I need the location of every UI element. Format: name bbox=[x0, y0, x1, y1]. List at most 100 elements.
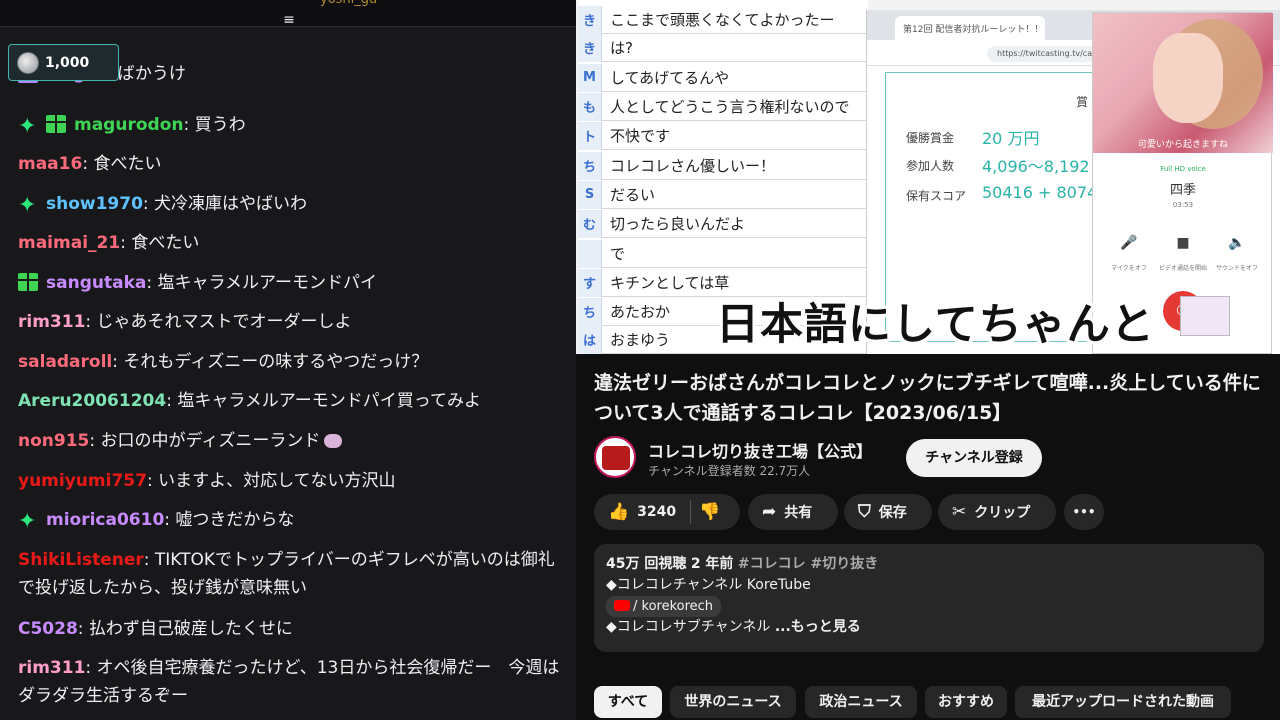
chat-username[interactable]: non915 bbox=[18, 431, 89, 451]
comment-text: は? bbox=[610, 39, 633, 57]
chat-username[interactable]: show1970 bbox=[46, 194, 143, 214]
comment-row: ちコレコレさん優しいー！ bbox=[578, 151, 868, 180]
call-quality: Full HD voice bbox=[1160, 165, 1206, 173]
share-button[interactable]: ➦ 共有 bbox=[748, 494, 838, 530]
comment-row: きは? bbox=[578, 33, 868, 62]
chat-message: ShikiListener: TIKTOKでトップライバーのギフレベが高いのは御… bbox=[18, 546, 566, 602]
chat-username[interactable]: saladaroll bbox=[18, 352, 112, 372]
chat-text: : 嘘つきだからな bbox=[164, 510, 295, 530]
speaker-icon[interactable]: 🔈 bbox=[1217, 235, 1257, 251]
comment-row: ト不快です bbox=[578, 121, 868, 150]
pinned-amount: 1,000 bbox=[45, 54, 90, 71]
chat-username[interactable]: miorica0610 bbox=[46, 510, 164, 530]
chat-username[interactable]: magurodon bbox=[74, 115, 183, 135]
comment-text: 人としてどうこう言う権利ないので bbox=[610, 98, 850, 116]
dislike-icon[interactable]: 👎 bbox=[699, 502, 720, 522]
more-icon: ••• bbox=[1072, 505, 1096, 519]
share-icon: ➦ bbox=[762, 502, 777, 522]
view-count: 45万 回視聴 bbox=[606, 556, 687, 572]
comment-text: ここまで頭悪くなくてよかったー bbox=[610, 11, 835, 29]
subscribe-button[interactable]: チャンネル登録 bbox=[906, 439, 1042, 477]
chat-message: ✦ miorica0610: 嘘つきだからな bbox=[18, 506, 566, 534]
chip-all[interactable]: すべて bbox=[594, 686, 662, 718]
scissors-icon: ✂ bbox=[952, 502, 967, 522]
prize-label: 優勝賞金 bbox=[906, 131, 955, 145]
commenter-icon: き bbox=[578, 33, 602, 62]
call-timer: 03:53 bbox=[1172, 201, 1194, 209]
desc-line: ◆コレコレチャンネル KoreTube bbox=[606, 577, 811, 593]
chat-username[interactable]: Areru20061204 bbox=[18, 391, 166, 411]
chat-message: rim311: じゃあそれマストでオーダーしよ bbox=[18, 308, 566, 336]
chat-topbar: yoshi_gu ≡ bbox=[0, 0, 576, 27]
channel-avatar[interactable] bbox=[594, 436, 636, 478]
video-title: 違法ゼリーおばさんがコレコレとノックにブチギレて喧嘩...炎上している件について… bbox=[594, 372, 1261, 424]
chat-username[interactable]: C5028 bbox=[18, 619, 78, 639]
chat-username[interactable]: rim311 bbox=[18, 312, 85, 332]
chat-username[interactable]: maimai_21 bbox=[18, 233, 120, 253]
sparkle-badge-icon: ✦ bbox=[18, 114, 37, 139]
like-count[interactable]: 3240 bbox=[637, 504, 676, 520]
youtube-pane: きここまで頭悪くなくてよかったー きは? M してあげてるんや も人としてどうこう… bbox=[576, 0, 1280, 720]
save-button[interactable]: ⛉ 保存 bbox=[844, 494, 932, 530]
chat-username[interactable]: maa16 bbox=[18, 154, 82, 174]
channel-name[interactable]: コレコレ切り抜き工場【公式】 bbox=[648, 438, 872, 462]
desc-line: ◆コレコレサブチャンネル bbox=[606, 619, 771, 635]
bookmark-icon: ⛉ bbox=[858, 502, 871, 522]
subscriber-count: チャンネル登録者数 22.7万人 bbox=[648, 464, 811, 478]
chat-message: maa16: 食べたい bbox=[18, 150, 566, 178]
chat-message: sangutaka: 塩キャラメルアーモンドパイ bbox=[18, 269, 566, 297]
channel-link[interactable]: / korekorech bbox=[606, 596, 722, 617]
channel-watermark bbox=[1180, 296, 1230, 336]
commenter-icon: ち bbox=[578, 297, 602, 326]
chat-message: maimai_21: 食べたい bbox=[18, 229, 566, 257]
video-icon[interactable]: ■ bbox=[1163, 235, 1203, 251]
youtube-logo-icon bbox=[614, 600, 630, 611]
like-dislike-group: 👍 3240 👎 bbox=[594, 494, 740, 530]
chip-world-news[interactable]: 世界のニュース bbox=[670, 686, 796, 718]
hashtags[interactable]: #コレコレ #切り抜き bbox=[738, 556, 878, 572]
chat-message: rim311: オペ後自宅療養だったけど、13日から社会復帰だー 今週はダラダラ… bbox=[18, 654, 566, 710]
chat-text: : 食べたい bbox=[120, 233, 200, 253]
chat-username[interactable]: ShikiListener bbox=[18, 550, 144, 570]
chat-username[interactable]: rim311 bbox=[18, 658, 85, 678]
chip-recent-uploads[interactable]: 最近アップロードされた動画 bbox=[1015, 686, 1231, 718]
commenter-icon: S bbox=[578, 180, 602, 209]
browser-tab[interactable]: 第12回 配信者対抗ルーレット！！ bbox=[895, 16, 1045, 40]
sparkle-badge-icon: ✦ bbox=[18, 193, 37, 218]
prize-value: 20 万円 bbox=[982, 129, 1040, 148]
mic-icon[interactable]: 🎤 bbox=[1109, 235, 1149, 251]
more-actions-button[interactable]: ••• bbox=[1064, 494, 1104, 530]
caller-caption: 可愛いから起きますね bbox=[1137, 140, 1228, 150]
upload-age: 2 年前 bbox=[690, 556, 734, 572]
chat-text: ばかうけ bbox=[117, 64, 186, 84]
comment-row: む切ったら良いんだよ bbox=[578, 209, 868, 238]
comment-text: 切ったら良いんだよ bbox=[610, 215, 746, 233]
chat-text: : お口の中がディズニーランド bbox=[89, 431, 321, 451]
chip-recommended[interactable]: おすすめ bbox=[925, 686, 1007, 718]
chat-text: : いますよ、対応してない方沢山 bbox=[146, 471, 396, 491]
comment-row: も人としてどうこう言う権利ないので bbox=[578, 92, 868, 121]
chat-message: saladaroll: それもディズニーの味するやつだっけ？ bbox=[18, 348, 566, 376]
comment-text: おまゆう bbox=[610, 331, 671, 349]
chat-username[interactable]: yumiyumi757 bbox=[18, 471, 147, 491]
like-icon[interactable]: 👍 bbox=[608, 502, 629, 522]
show-more-link[interactable]: ...もっと見る bbox=[775, 619, 861, 635]
pinned-cheer[interactable]: 1,000 bbox=[8, 44, 119, 81]
chat-message: non915: お口の中がディズニーランド bbox=[18, 427, 566, 455]
clip-button[interactable]: ✂ クリップ bbox=[938, 494, 1056, 530]
commenter-icon: ち bbox=[578, 151, 602, 180]
divider bbox=[690, 500, 692, 524]
commenter-icon: M bbox=[578, 63, 602, 92]
description-box[interactable]: 45万 回視聴 2 年前 #コレコレ #切り抜き ◆コレコレチャンネル Kore… bbox=[594, 544, 1264, 652]
comment-text: 不快です bbox=[610, 127, 671, 145]
video-player[interactable]: きここまで頭悪くなくてよかったー きは? M してあげてるんや も人としてどうこう… bbox=[576, 0, 1280, 354]
speaker-label: サウンドをオフ bbox=[1215, 265, 1258, 272]
filter-icon[interactable]: ≡ bbox=[280, 13, 298, 28]
comment-text: キチンとしては草 bbox=[610, 274, 730, 292]
commenter-icon: も bbox=[578, 92, 602, 121]
chat-username[interactable]: sangutaka bbox=[46, 273, 146, 293]
avatar-image bbox=[602, 446, 630, 470]
chat-text: : 塩キャラメルアーモンドパイ買ってみよ bbox=[166, 391, 481, 411]
commenter-icon: す bbox=[578, 268, 602, 297]
chip-politics-news[interactable]: 政治ニュース bbox=[805, 686, 917, 718]
